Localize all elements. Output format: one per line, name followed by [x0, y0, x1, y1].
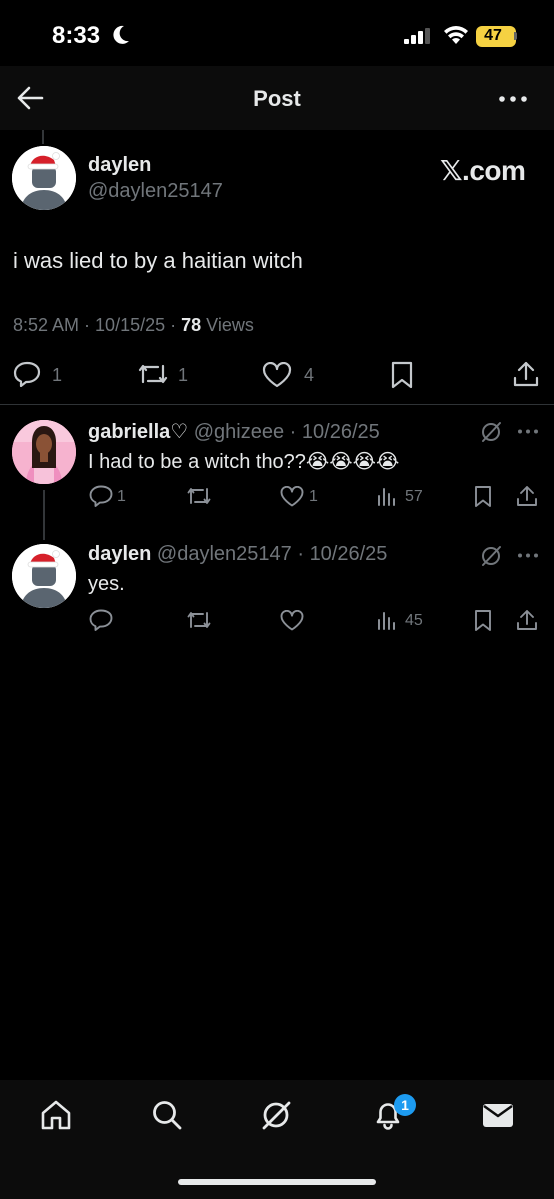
reply-text: I had to be a witch tho??😭😭😭😭	[88, 451, 400, 473]
more-icon[interactable]	[517, 553, 539, 558]
like-count: 1	[309, 488, 318, 505]
repost-count: 1	[178, 365, 189, 385]
reply-header: daylen @daylen25147 · 10/26/25	[88, 543, 388, 565]
reply-count: 1	[52, 365, 63, 385]
post-text: i was lied to by a haitian witch	[13, 248, 303, 273]
repost-icon[interactable]	[185, 610, 213, 630]
share-icon[interactable]	[515, 484, 539, 508]
more-icon[interactable]	[517, 429, 539, 434]
post-time: 8:52 AM	[13, 315, 80, 335]
share-icon[interactable]	[512, 360, 540, 388]
home-indicator[interactable]	[178, 1179, 376, 1185]
reply-author-name[interactable]: gabriella♡	[88, 421, 188, 443]
wifi-icon	[443, 25, 469, 45]
post-date: 10/15/25	[95, 315, 166, 335]
signal-icon	[404, 28, 432, 44]
battery-level: 47	[484, 27, 502, 44]
mail-icon[interactable]	[482, 1101, 514, 1129]
watermark: 𝕏.com	[440, 155, 526, 186]
author-name[interactable]: daylen	[88, 154, 151, 177]
grok-icon[interactable]	[480, 421, 502, 443]
bookmark-icon[interactable]	[391, 361, 413, 389]
notification-badge[interactable]: 1	[394, 1094, 416, 1116]
reply-icon[interactable]	[89, 609, 113, 631]
status-time: 8:33	[52, 22, 101, 49]
reply-author-name[interactable]: daylen	[88, 543, 151, 565]
divider	[0, 404, 554, 405]
page-title: Post	[253, 86, 301, 111]
views-count: 45	[405, 612, 423, 629]
repost-icon[interactable]	[136, 362, 170, 386]
search-icon[interactable]	[151, 1099, 183, 1131]
views-count: 57	[405, 488, 423, 505]
post-metadata: 8:52 AM · 10/15/25 · 78 Views	[13, 315, 254, 335]
views-count[interactable]: 78	[181, 315, 201, 335]
avatar[interactable]	[12, 420, 76, 484]
like-icon[interactable]	[280, 486, 304, 507]
more-icon[interactable]	[498, 96, 528, 102]
repost-icon[interactable]	[185, 486, 213, 506]
like-count: 4	[304, 365, 315, 385]
author-handle[interactable]: @daylen25147	[88, 180, 223, 203]
grok-icon[interactable]	[480, 545, 502, 567]
views-icon[interactable]	[377, 610, 397, 630]
like-icon[interactable]	[262, 362, 292, 388]
reply-icon[interactable]	[13, 361, 41, 387]
home-icon[interactable]	[40, 1099, 72, 1131]
reply-author-handle[interactable]: @ghizeee	[194, 421, 284, 443]
views-icon[interactable]	[377, 486, 397, 506]
avatar[interactable]	[12, 146, 76, 210]
views-label: Views	[206, 315, 254, 335]
grok-icon[interactable]	[260, 1099, 292, 1131]
moon-icon	[112, 25, 130, 45]
bookmark-icon[interactable]	[474, 485, 492, 508]
reply-date[interactable]: 10/26/25	[302, 421, 380, 443]
share-icon[interactable]	[515, 608, 539, 632]
reply-text: yes.	[88, 573, 125, 595]
bookmark-icon[interactable]	[474, 609, 492, 632]
reply-date[interactable]: 10/26/25	[310, 543, 388, 565]
reply-author-handle[interactable]: @daylen25147	[157, 543, 292, 565]
thread-line	[42, 130, 44, 144]
battery-cap	[514, 32, 517, 40]
reply-count: 1	[117, 488, 126, 505]
reply-header: gabriella♡ @ghizeee · 10/26/25	[88, 421, 380, 443]
like-icon[interactable]	[280, 610, 304, 631]
thread-line	[43, 490, 45, 540]
reply-icon[interactable]	[89, 485, 113, 507]
avatar[interactable]	[12, 544, 76, 608]
